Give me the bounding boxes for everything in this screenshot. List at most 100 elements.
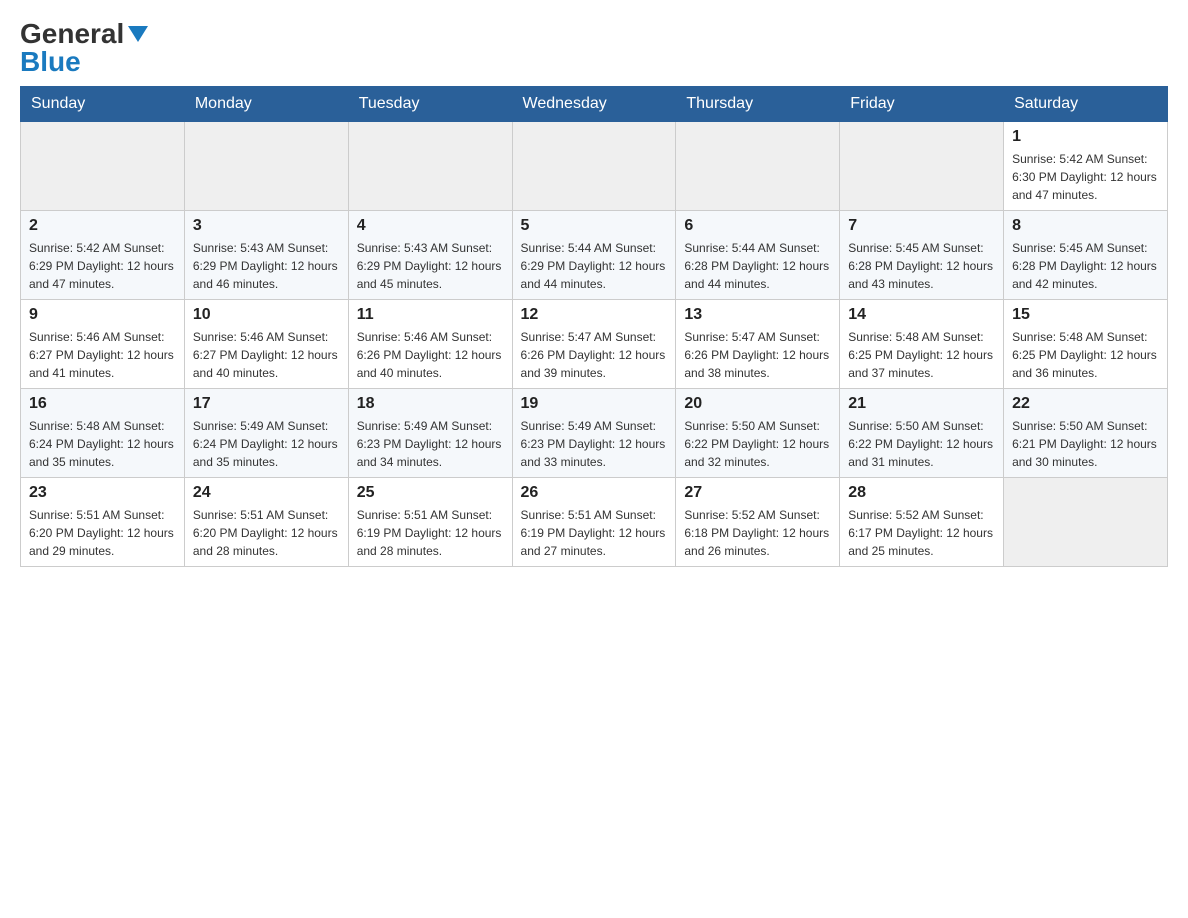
day-number: 5 (521, 217, 668, 235)
logo: General Blue (20, 20, 148, 76)
day-number: 16 (29, 395, 176, 413)
calendar-cell (21, 122, 185, 211)
calendar-cell: 13 Sunrise: 5:47 AM Sunset: 6:26 PM Dayli… (676, 300, 840, 389)
day-info: Sunrise: 5:46 AM Sunset: 6:26 PM Dayligh… (357, 328, 504, 382)
day-info: Sunrise: 5:44 AM Sunset: 6:28 PM Dayligh… (684, 239, 831, 293)
calendar-cell (184, 122, 348, 211)
day-number: 12 (521, 306, 668, 324)
day-number: 10 (193, 306, 340, 324)
calendar-cell: 18 Sunrise: 5:49 AM Sunset: 6:23 PM Dayli… (348, 389, 512, 478)
calendar-cell: 21 Sunrise: 5:50 AM Sunset: 6:22 PM Dayli… (840, 389, 1004, 478)
calendar-cell: 6 Sunrise: 5:44 AM Sunset: 6:28 PM Daylig… (676, 211, 840, 300)
calendar-cell: 2 Sunrise: 5:42 AM Sunset: 6:29 PM Daylig… (21, 211, 185, 300)
day-header-wednesday: Wednesday (512, 87, 676, 122)
day-info: Sunrise: 5:42 AM Sunset: 6:29 PM Dayligh… (29, 239, 176, 293)
day-info: Sunrise: 5:49 AM Sunset: 6:23 PM Dayligh… (357, 417, 504, 471)
calendar-cell: 24Sunrise: 5:51 AM Sunset: 6:20 PM Dayli… (184, 478, 348, 567)
day-number: 20 (684, 395, 831, 413)
page-header: General Blue (20, 20, 1168, 76)
calendar-cell: 5 Sunrise: 5:44 AM Sunset: 6:29 PM Daylig… (512, 211, 676, 300)
day-info: Sunrise: 5:49 AM Sunset: 6:24 PM Dayligh… (193, 417, 340, 471)
day-number: 4 (357, 217, 504, 235)
day-number: 21 (848, 395, 995, 413)
calendar-cell: 1 Sunrise: 5:42 AM Sunset: 6:30 PM Daylig… (1004, 122, 1168, 211)
calendar-cell: 9 Sunrise: 5:46 AM Sunset: 6:27 PM Daylig… (21, 300, 185, 389)
calendar-cell: 16 Sunrise: 5:48 AM Sunset: 6:24 PM Dayli… (21, 389, 185, 478)
calendar-week-row: 16 Sunrise: 5:48 AM Sunset: 6:24 PM Dayli… (21, 389, 1168, 478)
day-info: Sunrise: 5:50 AM Sunset: 6:21 PM Dayligh… (1012, 417, 1159, 471)
day-number: 11 (357, 306, 504, 324)
calendar-cell: 15Sunrise: 5:48 AM Sunset: 6:25 PM Dayli… (1004, 300, 1168, 389)
calendar-cell: 8 Sunrise: 5:45 AM Sunset: 6:28 PM Daylig… (1004, 211, 1168, 300)
day-info: Sunrise: 5:44 AM Sunset: 6:29 PM Dayligh… (521, 239, 668, 293)
calendar-cell: 3 Sunrise: 5:43 AM Sunset: 6:29 PM Daylig… (184, 211, 348, 300)
day-info: Sunrise: 5:48 AM Sunset: 6:24 PM Dayligh… (29, 417, 176, 471)
day-number: 2 (29, 217, 176, 235)
day-number: 13 (684, 306, 831, 324)
day-info: Sunrise: 5:42 AM Sunset: 6:30 PM Dayligh… (1012, 150, 1159, 204)
calendar-cell: 22 Sunrise: 5:50 AM Sunset: 6:21 PM Dayli… (1004, 389, 1168, 478)
day-number: 1 (1012, 128, 1159, 146)
day-number: 9 (29, 306, 176, 324)
day-info: Sunrise: 5:50 AM Sunset: 6:22 PM Dayligh… (684, 417, 831, 471)
calendar-cell: 28 Sunrise: 5:52 AM Sunset: 6:17 PM Dayli… (840, 478, 1004, 567)
calendar-week-row: 1 Sunrise: 5:42 AM Sunset: 6:30 PM Daylig… (21, 122, 1168, 211)
day-header-monday: Monday (184, 87, 348, 122)
logo-triangle-icon (128, 26, 148, 42)
calendar-week-row: 23 Sunrise: 5:51 AM Sunset: 6:20 PM Dayli… (21, 478, 1168, 567)
day-number: 27 (684, 484, 831, 502)
calendar-cell (676, 122, 840, 211)
calendar-cell: 27 Sunrise: 5:52 AM Sunset: 6:18 PM Dayli… (676, 478, 840, 567)
calendar-cell: 14 Sunrise: 5:48 AM Sunset: 6:25 PM Dayli… (840, 300, 1004, 389)
day-number: 18 (357, 395, 504, 413)
calendar-cell: 7 Sunrise: 5:45 AM Sunset: 6:28 PM Daylig… (840, 211, 1004, 300)
calendar-cell: 11 Sunrise: 5:46 AM Sunset: 6:26 PM Dayli… (348, 300, 512, 389)
logo-blue-text: Blue (20, 48, 81, 76)
calendar-cell: 19 Sunrise: 5:49 AM Sunset: 6:23 PM Dayli… (512, 389, 676, 478)
day-number: 7 (848, 217, 995, 235)
day-info: Sunrise: 5:47 AM Sunset: 6:26 PM Dayligh… (684, 328, 831, 382)
calendar-cell (1004, 478, 1168, 567)
day-info: Sunrise: 5:48 AM Sunset: 6:25 PM Dayligh… (848, 328, 995, 382)
day-number: 8 (1012, 217, 1159, 235)
day-info: Sunrise: 5:52 AM Sunset: 6:17 PM Dayligh… (848, 506, 995, 560)
day-number: 25 (357, 484, 504, 502)
day-header-thursday: Thursday (676, 87, 840, 122)
day-number: 22 (1012, 395, 1159, 413)
day-header-tuesday: Tuesday (348, 87, 512, 122)
day-number: 23 (29, 484, 176, 502)
day-info: Sunrise: 5:49 AM Sunset: 6:23 PM Dayligh… (521, 417, 668, 471)
calendar-cell (840, 122, 1004, 211)
calendar-cell: 20 Sunrise: 5:50 AM Sunset: 6:22 PM Dayli… (676, 389, 840, 478)
calendar-cell: 25 Sunrise: 5:51 AM Sunset: 6:19 PM Dayli… (348, 478, 512, 567)
calendar-cell (512, 122, 676, 211)
day-number: 28 (848, 484, 995, 502)
calendar-table: SundayMondayTuesdayWednesdayThursdayFrid… (20, 86, 1168, 567)
day-info: Sunrise: 5:51 AM Sunset: 6:20 PM Dayligh… (29, 506, 176, 560)
day-header-saturday: Saturday (1004, 87, 1168, 122)
calendar-cell: 4 Sunrise: 5:43 AM Sunset: 6:29 PM Daylig… (348, 211, 512, 300)
day-number: 15 (1012, 306, 1159, 324)
calendar-cell (348, 122, 512, 211)
day-info: Sunrise: 5:51 AM Sunset: 6:19 PM Dayligh… (357, 506, 504, 560)
calendar-cell: 17Sunrise: 5:49 AM Sunset: 6:24 PM Dayli… (184, 389, 348, 478)
day-number: 3 (193, 217, 340, 235)
day-info: Sunrise: 5:46 AM Sunset: 6:27 PM Dayligh… (193, 328, 340, 382)
day-number: 14 (848, 306, 995, 324)
day-number: 19 (521, 395, 668, 413)
calendar-cell: 26 Sunrise: 5:51 AM Sunset: 6:19 PM Dayli… (512, 478, 676, 567)
calendar-week-row: 2 Sunrise: 5:42 AM Sunset: 6:29 PM Daylig… (21, 211, 1168, 300)
day-info: Sunrise: 5:45 AM Sunset: 6:28 PM Dayligh… (848, 239, 995, 293)
day-number: 26 (521, 484, 668, 502)
day-info: Sunrise: 5:43 AM Sunset: 6:29 PM Dayligh… (193, 239, 340, 293)
calendar-header-row: SundayMondayTuesdayWednesdayThursdayFrid… (21, 87, 1168, 122)
calendar-cell: 23 Sunrise: 5:51 AM Sunset: 6:20 PM Dayli… (21, 478, 185, 567)
day-info: Sunrise: 5:43 AM Sunset: 6:29 PM Dayligh… (357, 239, 504, 293)
day-info: Sunrise: 5:46 AM Sunset: 6:27 PM Dayligh… (29, 328, 176, 382)
day-number: 6 (684, 217, 831, 235)
day-info: Sunrise: 5:52 AM Sunset: 6:18 PM Dayligh… (684, 506, 831, 560)
day-info: Sunrise: 5:47 AM Sunset: 6:26 PM Dayligh… (521, 328, 668, 382)
day-info: Sunrise: 5:51 AM Sunset: 6:19 PM Dayligh… (521, 506, 668, 560)
day-info: Sunrise: 5:50 AM Sunset: 6:22 PM Dayligh… (848, 417, 995, 471)
day-info: Sunrise: 5:45 AM Sunset: 6:28 PM Dayligh… (1012, 239, 1159, 293)
